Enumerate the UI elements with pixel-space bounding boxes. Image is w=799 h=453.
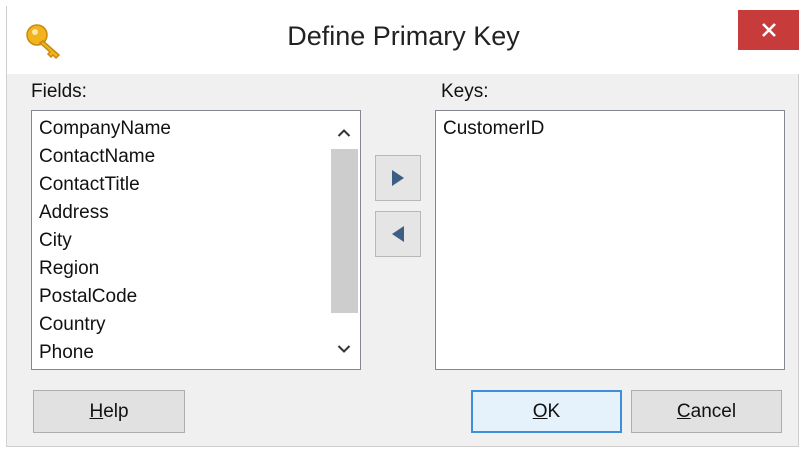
close-icon — [761, 23, 776, 37]
list-item[interactable]: Country — [39, 314, 106, 336]
add-key-button[interactable] — [375, 155, 421, 201]
arrow-left-icon — [392, 226, 404, 242]
close-button[interactable] — [738, 10, 799, 50]
title-bar: Define Primary Key — [7, 6, 799, 74]
cancel-accel: C — [676, 400, 691, 422]
define-primary-key-dialog: Define Primary Key Fields: Keys: Company… — [6, 6, 799, 447]
keys-listbox[interactable]: CustomerID — [435, 110, 785, 370]
chevron-down-icon — [337, 345, 351, 353]
ok-label: K — [547, 400, 561, 422]
list-item[interactable]: CompanyName — [39, 118, 171, 140]
list-item[interactable]: CustomerID — [443, 118, 544, 140]
list-item[interactable]: Region — [39, 258, 99, 280]
ok-button[interactable]: OK — [471, 390, 622, 433]
help-label: elp — [103, 400, 129, 422]
fields-listbox[interactable]: CompanyName ContactName ContactTitle Add… — [31, 110, 361, 370]
remove-key-button[interactable] — [375, 211, 421, 257]
list-item[interactable]: Address — [39, 202, 109, 224]
list-item[interactable]: ContactName — [39, 146, 155, 168]
cancel-button[interactable]: Cancel — [631, 390, 782, 433]
dialog-title: Define Primary Key — [287, 21, 520, 51]
ok-accel: O — [532, 400, 548, 422]
list-item[interactable]: PostalCode — [39, 286, 137, 308]
scroll-down-button[interactable] — [328, 335, 360, 363]
cancel-label: ancel — [690, 400, 737, 422]
help-accel: H — [89, 400, 104, 422]
fields-scrollbar[interactable] — [328, 111, 360, 369]
scroll-thumb[interactable] — [331, 149, 358, 313]
help-button[interactable]: Help — [33, 390, 185, 433]
fields-label: Fields: — [31, 81, 87, 102]
scroll-up-button[interactable] — [328, 119, 360, 147]
list-item[interactable]: Phone — [39, 342, 94, 364]
list-item[interactable]: ContactTitle — [39, 174, 140, 196]
list-item[interactable]: City — [39, 230, 72, 252]
arrow-right-icon — [392, 170, 404, 186]
keys-label: Keys: — [441, 81, 489, 102]
chevron-up-icon — [337, 129, 351, 137]
